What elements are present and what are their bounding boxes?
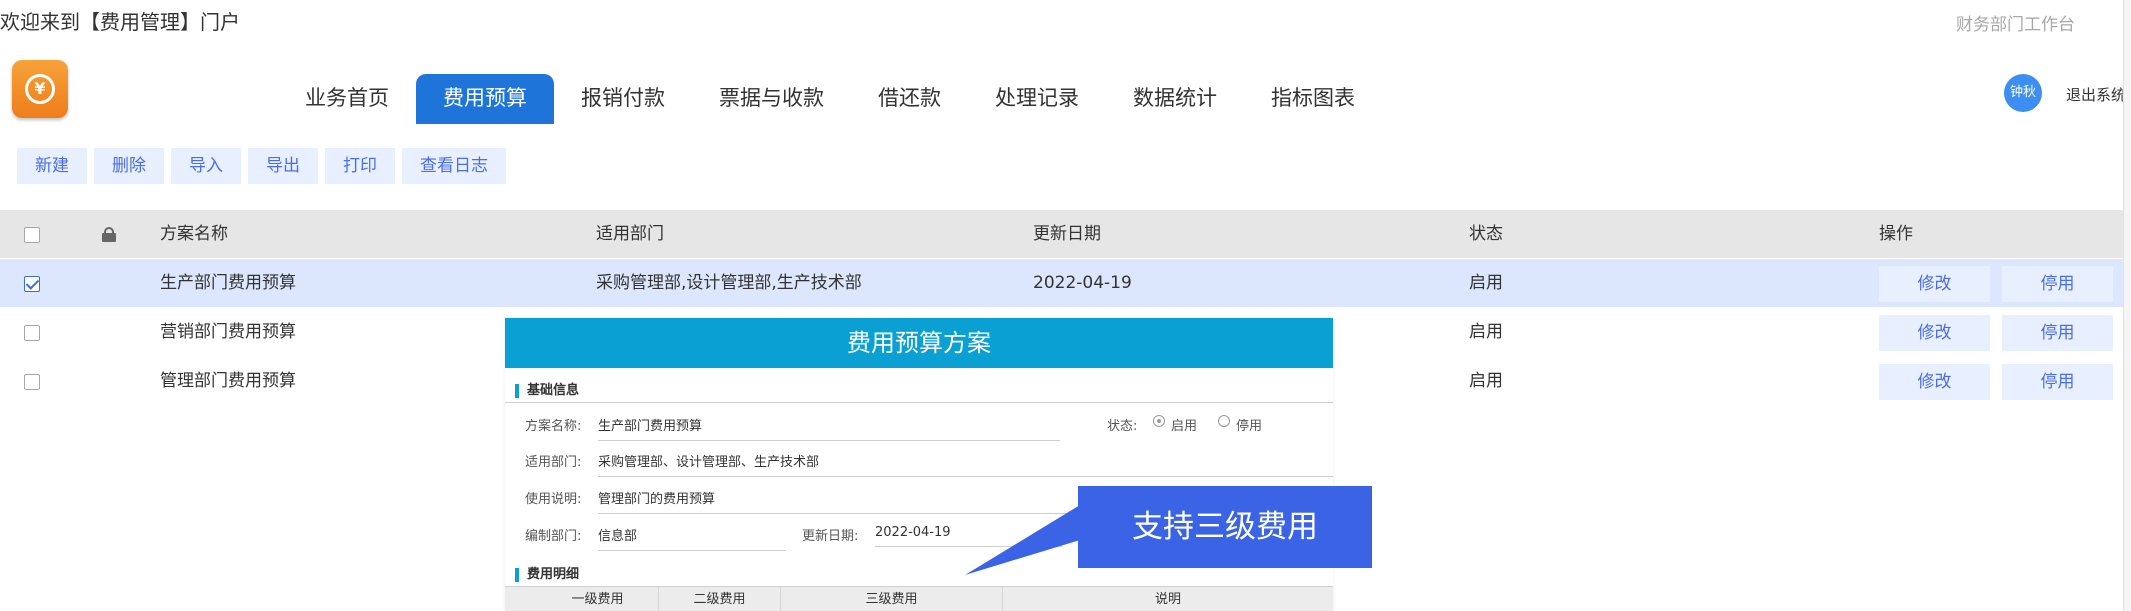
- nav-tab-statistics[interactable]: 数据统计: [1106, 74, 1244, 124]
- applicable-dept-label: 适用部门:: [525, 455, 582, 470]
- expense-detail-header: 一级费用 二级费用 三级费用 说明: [505, 586, 1333, 611]
- row-date: 2022-04-19: [1033, 273, 1132, 293]
- column-header-name: 方案名称: [160, 224, 228, 244]
- plan-name-label: 方案名称:: [525, 419, 582, 434]
- edit-button[interactable]: 修改: [1879, 266, 1990, 302]
- nav-tab-loans[interactable]: 借还款: [851, 74, 968, 124]
- column-header-ops: 操作: [1879, 224, 1913, 244]
- disable-button[interactable]: 停用: [2002, 315, 2113, 351]
- page-scrollbar[interactable]: [2123, 0, 2131, 611]
- logout-link[interactable]: 退出系统: [2066, 84, 2126, 105]
- nav-tab-records[interactable]: 处理记录: [968, 74, 1106, 124]
- applicable-dept-field[interactable]: 采购管理部、设计管理部、生产技术部: [598, 451, 1333, 477]
- expense-detail-section-title: 费用明细: [515, 568, 579, 582]
- column-header-level3: 三级费用: [781, 587, 1003, 611]
- update-date-label: 更新日期:: [802, 529, 859, 544]
- nav-tab-reimbursement[interactable]: 报销付款: [554, 74, 692, 124]
- nav-tab-budget[interactable]: 费用预算: [416, 74, 554, 124]
- row-name: 管理部门费用预算: [160, 371, 296, 391]
- export-button[interactable]: 导出: [248, 148, 318, 184]
- main-nav: 业务首页 费用预算 报销付款 票据与收款 借还款 处理记录 数据统计 指标图表: [278, 74, 1382, 124]
- row-name: 营销部门费用预算: [160, 322, 296, 342]
- author-dept-label: 编制部门:: [525, 529, 582, 544]
- user-avatar[interactable]: 钟秋: [2004, 74, 2042, 112]
- app-logo: ¥: [12, 60, 68, 118]
- disable-button[interactable]: 停用: [2002, 364, 2113, 400]
- lock-icon: [102, 227, 116, 242]
- status-enabled-radio[interactable]: [1153, 415, 1165, 427]
- row-status: 启用: [1469, 371, 1503, 391]
- select-all-checkbox[interactable]: [24, 227, 40, 243]
- status-disabled-label: 停用: [1236, 419, 1263, 434]
- yen-coin-icon: ¥: [25, 74, 55, 104]
- row-status: 启用: [1469, 273, 1503, 293]
- column-header-status: 状态: [1469, 224, 1503, 244]
- column-header-desc: 说明: [1154, 592, 1181, 607]
- plan-name-field[interactable]: 生产部门费用预算: [598, 415, 1060, 441]
- table-header: 方案名称 适用部门 更新日期 状态 操作: [0, 210, 2123, 259]
- delete-button[interactable]: 删除: [94, 148, 164, 184]
- edit-button[interactable]: 修改: [1879, 315, 1990, 351]
- toolbar: 新建 删除 导入 导出 打印 查看日志: [17, 148, 506, 184]
- disable-button[interactable]: 停用: [2002, 266, 2113, 302]
- author-dept-field[interactable]: 信息部: [598, 525, 786, 551]
- feature-callout: 支持三级费用: [1078, 486, 1372, 568]
- row-dept: 采购管理部,设计管理部,生产技术部: [596, 273, 862, 293]
- nav-tab-home[interactable]: 业务首页: [278, 74, 416, 124]
- usage-label: 使用说明:: [525, 492, 582, 507]
- status-enabled-label: 启用: [1171, 419, 1198, 434]
- column-header-level2: 二级费用: [659, 587, 781, 611]
- column-header-date: 更新日期: [1033, 224, 1101, 244]
- nav-tab-charts[interactable]: 指标图表: [1244, 74, 1382, 124]
- row-status: 启用: [1469, 322, 1503, 342]
- row-name: 生产部门费用预算: [160, 273, 296, 293]
- import-button[interactable]: 导入: [171, 148, 241, 184]
- status-label: 状态:: [1107, 419, 1138, 434]
- new-button[interactable]: 新建: [17, 148, 87, 184]
- nav-tab-invoices[interactable]: 票据与收款: [692, 74, 851, 124]
- row-checkbox[interactable]: [24, 276, 40, 292]
- print-button[interactable]: 打印: [325, 148, 395, 184]
- table-row[interactable]: 生产部门费用预算 采购管理部,设计管理部,生产技术部 2022-04-19 启用…: [0, 259, 2123, 308]
- update-date-field[interactable]: 2022-04-19: [875, 525, 1063, 547]
- form-title: 费用预算方案: [505, 318, 1333, 368]
- row-checkbox[interactable]: [24, 325, 40, 341]
- view-log-button[interactable]: 查看日志: [402, 148, 506, 184]
- section-divider: [505, 402, 1333, 403]
- basic-info-section-title: 基础信息: [515, 384, 579, 398]
- column-header-level1: 一级费用: [537, 587, 659, 611]
- status-disabled-radio[interactable]: [1218, 415, 1230, 427]
- edit-button[interactable]: 修改: [1879, 364, 1990, 400]
- welcome-text: 欢迎来到【费用管理】门户: [0, 10, 240, 34]
- portal-label: 财务部门工作台: [1956, 15, 2075, 35]
- row-checkbox[interactable]: [24, 374, 40, 390]
- column-header-dept: 适用部门: [596, 224, 664, 244]
